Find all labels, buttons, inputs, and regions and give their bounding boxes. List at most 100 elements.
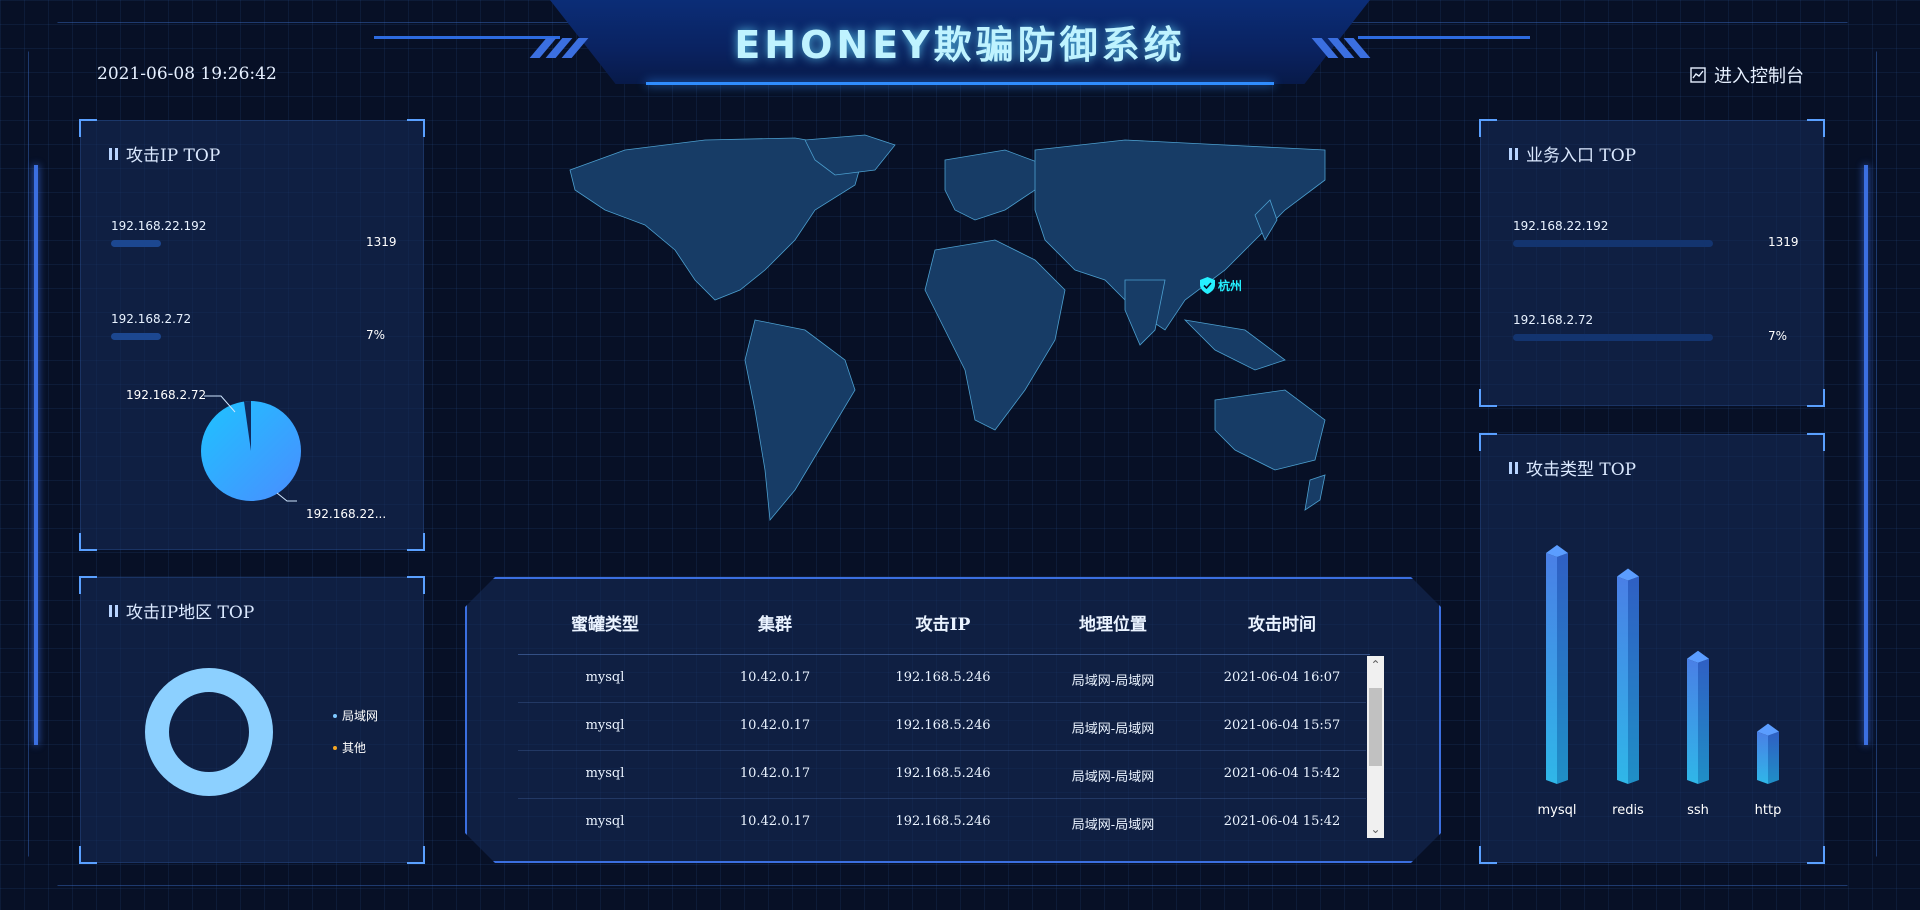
- map-marker-label: 杭州: [1218, 279, 1243, 293]
- business-entry-top-panel: 业务入口 TOP 192.168.22.192 1319 192.168.2.7…: [1479, 119, 1825, 407]
- console-label: 进入控制台: [1714, 66, 1804, 87]
- legend-label: 其他: [342, 741, 367, 755]
- bar-side: [1557, 553, 1568, 784]
- corner-decoration: [1479, 119, 1497, 137]
- map-new-zealand: [1304, 474, 1326, 511]
- dashboard-screen: EHONEY欺骗防御系统 2021-06-08 19:26:42 进入控制台 攻…: [0, 0, 1920, 910]
- right-side-bar: [1864, 165, 1868, 745]
- enter-console-button[interactable]: 进入控制台: [1690, 62, 1804, 88]
- rank-value: 1319: [366, 235, 397, 249]
- corner-decoration: [407, 119, 425, 137]
- panel-title: 业务入口 TOP: [1509, 141, 1636, 166]
- cell-attack-ip: 192.168.5.246: [895, 814, 991, 829]
- column-header-honeypot-type: 蜜罐类型: [571, 615, 639, 635]
- cell-attack-ip: 192.168.5.246: [895, 766, 991, 781]
- map-asia: [1034, 139, 1326, 331]
- map-marker-hangzhou[interactable]: 杭州: [1200, 277, 1242, 294]
- table-scrollbar[interactable]: ⌃ ⌄: [1367, 656, 1384, 838]
- bar-side: [1698, 658, 1709, 784]
- scroll-up-arrow-icon[interactable]: ⌃: [1367, 656, 1384, 674]
- cell-honeypot-type: mysql: [585, 718, 625, 733]
- corner-decoration: [79, 119, 97, 137]
- attack-ip-top-panel: 攻击IP TOP 192.168.22.192 1319 192.168.2.7…: [79, 119, 425, 551]
- rank-value: 1319: [1768, 235, 1799, 249]
- map-africa: [924, 239, 1066, 431]
- attack-region-title: 攻击IP地区 TOP: [126, 603, 255, 623]
- legend-item-lan: 局域网: [333, 707, 378, 724]
- rank-ip-label: 192.168.2.72: [111, 312, 192, 326]
- cell-cluster: 10.42.0.17: [739, 814, 811, 829]
- column-header-cluster: 集群: [758, 615, 792, 635]
- rank-bar: [111, 333, 161, 340]
- scroll-down-arrow-icon[interactable]: ⌄: [1367, 820, 1384, 838]
- cell-honeypot-type: mysql: [585, 670, 625, 685]
- attack-region-donut-chart: [145, 668, 273, 796]
- bar-face: [1617, 576, 1628, 784]
- monitor-chart-icon: [1690, 67, 1706, 83]
- legend-dot: [333, 713, 337, 718]
- cell-honeypot-type: mysql: [585, 766, 625, 781]
- pie-leader-line: [276, 492, 297, 502]
- map-europe: [944, 149, 1046, 221]
- cell-location: 局域网-局域网: [1071, 722, 1155, 737]
- cell-cluster: 10.42.0.17: [739, 766, 811, 781]
- rank-ip-label: 192.168.2.72: [1513, 313, 1594, 327]
- bar-face: [1687, 658, 1698, 784]
- bar-label-redis: redis: [1612, 803, 1644, 818]
- corner-decoration: [407, 576, 425, 594]
- bar-face: [1757, 731, 1768, 784]
- column-header-attack-ip: 攻击IP: [915, 615, 971, 635]
- world-map: [569, 134, 1326, 521]
- attack-type-top-panel: 攻击类型 TOP mysql redis ssh http: [1479, 433, 1825, 864]
- pause-bars-icon: [109, 147, 118, 160]
- cell-attack-ip: 192.168.5.246: [895, 718, 991, 733]
- panel-title: 攻击IP地区 TOP: [109, 598, 254, 623]
- pie-label-small: 192.168.2.72: [126, 388, 207, 402]
- table-row[interactable]: mysql 10.42.0.17 192.168.5.246 局域网-局域网 2…: [518, 703, 1366, 751]
- bar-side: [1768, 731, 1779, 784]
- bar-side: [1628, 576, 1639, 784]
- bar-http: [1757, 723, 1779, 784]
- header-underline: [646, 82, 1274, 85]
- bar-label-http: http: [1755, 803, 1782, 818]
- attack-ip-top-title: 攻击IP TOP: [126, 146, 221, 166]
- table-row[interactable]: mysql 10.42.0.17 192.168.5.246 局域网-局域网 2…: [518, 655, 1366, 703]
- panel-title: 攻击IP TOP: [109, 141, 220, 166]
- cell-attack-time: 2021-06-04 15:57: [1223, 718, 1341, 733]
- header-deco-left: [374, 36, 560, 39]
- bar-redis: [1617, 568, 1639, 784]
- cell-cluster: 10.42.0.17: [739, 670, 811, 685]
- rank-ip-label: 192.168.22.192: [111, 219, 207, 233]
- cell-location: 局域网-局域网: [1071, 818, 1155, 833]
- corner-decoration: [407, 846, 425, 864]
- cell-attack-time: 2021-06-04 15:42: [1223, 814, 1341, 829]
- rank-value: 7%: [1768, 329, 1788, 343]
- pie-label-large: 192.168.22...: [306, 507, 387, 521]
- legend-dot: [333, 745, 337, 750]
- rank-ip-label: 192.168.22.192: [1513, 219, 1609, 233]
- bar-ssh: [1687, 650, 1709, 784]
- pause-bars-icon: [1509, 147, 1518, 160]
- page-title: EHONEY欺骗防御系统: [734, 23, 1186, 67]
- pause-bars-icon: [109, 604, 118, 617]
- corner-decoration: [1479, 389, 1497, 407]
- scroll-thumb[interactable]: [1369, 688, 1382, 766]
- left-side-bar: [34, 165, 38, 745]
- table-row[interactable]: mysql 10.42.0.17 192.168.5.246 局域网-局域网 2…: [518, 799, 1366, 846]
- map-australia: [1214, 389, 1326, 471]
- cell-honeypot-type: mysql: [585, 814, 625, 829]
- table-row[interactable]: mysql 10.42.0.17 192.168.5.246 局域网-局域网 2…: [518, 751, 1366, 799]
- corner-decoration: [1807, 119, 1825, 137]
- attack-type-bar-chart: mysql redis ssh http: [1538, 545, 1782, 818]
- corner-decoration: [79, 533, 97, 551]
- cell-location: 局域网-局域网: [1071, 674, 1155, 689]
- rank-bar: [111, 240, 161, 247]
- corner-decoration: [1807, 389, 1825, 407]
- rank-value: 7%: [366, 328, 386, 342]
- column-header-location: 地理位置: [1079, 615, 1147, 635]
- legend-label: 局域网: [342, 709, 379, 723]
- rank-bar: [1513, 334, 1713, 341]
- legend-item-other: 其他: [333, 739, 366, 756]
- bar-mysql: [1546, 545, 1568, 784]
- header-deco-right: [1358, 36, 1530, 39]
